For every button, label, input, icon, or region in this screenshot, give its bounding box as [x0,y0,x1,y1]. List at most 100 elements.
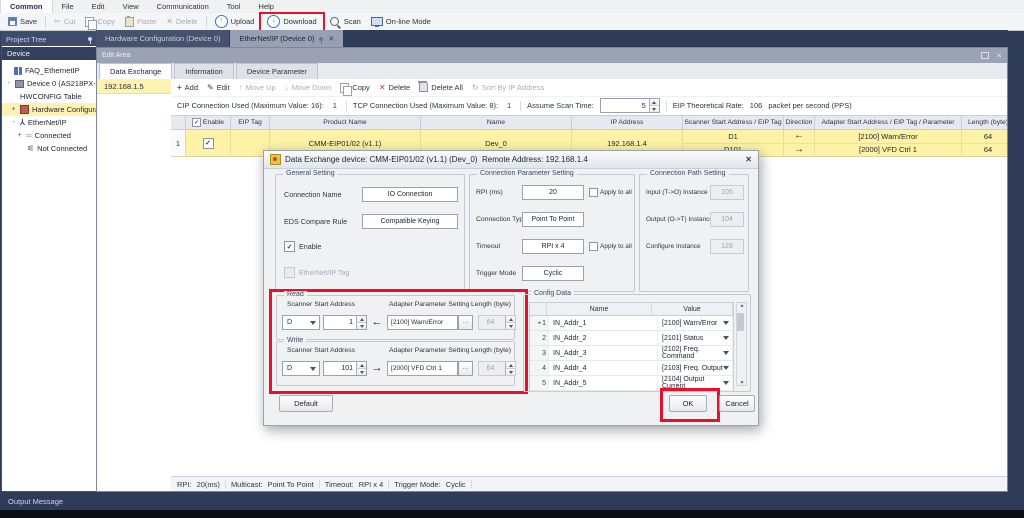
download-button[interactable]: ↓Download [262,15,321,28]
device-type-select[interactable]: D [282,315,320,330]
read-adapter-parameter-input[interactable]: [2100] Warn/Error [387,315,458,330]
dialog-title-bar[interactable]: Data Exchange device: CMM-EIP01/02 (v1.1… [264,151,758,169]
cancel-button[interactable]: Cancel [719,395,755,412]
scroll-up-icon[interactable] [740,304,743,306]
apply-to-all-checkbox[interactable] [589,242,598,251]
timeout-input[interactable]: RPI x 4 [522,239,584,254]
menu-view[interactable]: View [114,0,148,13]
config-value-dropdown[interactable]: [2101] Status [658,331,733,345]
section-tab-bar: Data Exchange Information Device Paramet… [97,63,1007,80]
config-row[interactable]: ▸1 IN_Addr_1 [2100] Warn/Error [530,316,733,331]
expand-icon[interactable]: + [10,106,17,113]
read-browse-button[interactable]: ··· [458,315,473,330]
write-address-spinner[interactable]: 101 [323,361,367,376]
adapter-parameter-label: Adapter Parameter Setting [389,301,469,308]
delete-button[interactable]: ✕Delete [161,15,202,28]
ok-button[interactable]: OK [669,395,707,412]
write-adapter-parameter-input[interactable]: [2000] VFD Ctrl 1 [387,361,458,376]
tab-device-parameter[interactable]: Device Parameter [236,63,318,79]
device-type-select[interactable]: D [282,361,320,376]
add-button[interactable]: +Add [177,83,198,92]
pin-icon[interactable] [319,37,323,41]
scan-button[interactable]: Scan [325,15,366,28]
tab-hardware-configuration[interactable]: Hardware Configuration (Device 0) [96,30,229,47]
save-button[interactable]: Save [3,15,42,28]
dialog-close-icon[interactable]: ✕ [745,155,752,164]
rpi-input[interactable]: 20 [522,185,584,200]
menu-common[interactable]: Common [0,0,53,13]
tab-data-exchange[interactable]: Data Exchange [99,63,172,79]
length-cell: 64 [962,144,1007,157]
expand-icon[interactable]: + [16,132,23,139]
edit-button[interactable]: ✎Edit [207,83,230,92]
config-value-dropdown[interactable]: [2102] Freq. Command [658,346,733,360]
cut-button[interactable]: ✂Cut [49,15,80,28]
tree-item-device-0[interactable]: - Device 0 (AS218PX-A) [2,77,96,90]
online-mode-icon [371,17,383,26]
tab-information[interactable]: Information [174,63,234,79]
delete-all-button[interactable]: Delete All [419,83,463,92]
eds-compare-rule-input[interactable]: Compatible Keying [362,214,458,229]
write-browse-button[interactable]: ··· [458,361,473,376]
spinner-arrows[interactable] [649,99,659,112]
collapse-icon[interactable]: - [5,80,12,87]
scroll-down-icon[interactable] [740,381,743,383]
move-down-button[interactable]: ↓Move Down [285,83,332,92]
connection-type-input[interactable]: Point To Point [522,212,584,227]
read-address-spinner[interactable]: 1 [323,315,367,330]
tree-item-connected[interactable]: + ═ Connected [2,129,96,142]
tree-item-hardware-configuration[interactable]: + Hardware Configuration [2,103,96,116]
close-window-icon[interactable]: ✕ [996,52,1002,60]
config-row[interactable]: 4 IN_Addr_4 [2103] Freq. Output [530,361,733,376]
scrollbar-thumb[interactable] [737,313,744,331]
config-data-table: Name Value ▸1 IN_Addr_1 [2100] Warn/Erro… [529,302,734,392]
config-row[interactable]: 2 IN_Addr_2 [2101] Status [530,331,733,346]
tree-item-faq-ethernetip[interactable]: FAQ_EthernetIP [2,64,96,77]
output-message-bar[interactable]: Output Message [0,492,1024,510]
pin-icon[interactable] [88,37,92,41]
save-icon [8,17,17,26]
paste-button[interactable]: Paste [120,15,161,28]
tree-item-not-connected[interactable]: ⚟ Not Connected [2,142,96,155]
header-checkbox[interactable] [192,118,201,127]
config-value-dropdown[interactable]: [2100] Warn/Error [658,316,733,330]
delete-row-button[interactable]: ✕Delete [379,83,410,92]
trigger-mode-input[interactable]: Cyclic [522,266,584,281]
left-arrow-icon: ← [794,131,804,141]
enable-checkbox[interactable] [284,241,295,252]
enable-label: Enable [299,242,321,251]
maximize-icon[interactable] [981,52,989,59]
move-up-button[interactable]: ↑Move Up [239,83,276,92]
copy-button[interactable]: Copy [80,15,120,28]
default-button[interactable]: Default [279,395,333,412]
connection-type-label: Connection Type [476,216,522,223]
connection-parameter-group: Connection Parameter Setting RPI (ms) 20… [469,174,635,292]
config-row[interactable]: 3 IN_Addr_3 [2102] Freq. Command [530,346,733,361]
assume-scan-time-input[interactable]: 5 [600,98,660,113]
tree-item-ethernet-ip[interactable]: - ⅄ EtherNet/IP [2,116,96,129]
close-tab-icon[interactable]: ✕ [328,35,334,43]
menu-communication[interactable]: Communication [148,0,218,13]
collapse-icon[interactable]: - [10,119,17,126]
config-value-dropdown[interactable]: [2103] Freq. Output [658,361,733,375]
enable-checkbox[interactable] [203,138,214,149]
write-group: Write Scanner Start Address Adapter Para… [276,341,515,386]
menu-tool[interactable]: Tool [218,0,250,13]
eds-compare-rule-label: EDS Compare Rule [284,217,362,226]
tab-ethernet-ip[interactable]: EtherNet/IP (Device 0) ✕ [230,30,343,47]
ip-list-item-selected[interactable]: 192.168.1.5 [97,79,171,94]
upload-button[interactable]: ↑Upload [210,15,260,28]
trigger-mode-value: Cyclic [446,480,466,489]
apply-to-all-checkbox[interactable] [589,188,598,197]
connection-name-input[interactable]: IO Connection [362,187,458,202]
menu-file[interactable]: File [53,0,83,13]
copy-row-button[interactable]: Copy [340,83,370,93]
ethernet-ip-tag-checkbox[interactable] [284,267,295,278]
tree-item-hwconfig-table[interactable]: HWCONFIG Table [2,90,96,103]
online-mode-button[interactable]: On-line Mode [366,15,436,28]
config-scrollbar[interactable] [736,302,747,386]
menu-edit[interactable]: Edit [83,0,114,13]
sort-by-ip-button[interactable]: ↻Sort By IP Address [472,83,545,92]
ethernet-ip-tag-label: EtherNet/IP Tag [299,268,349,277]
move-down-icon: ↓ [285,84,289,92]
